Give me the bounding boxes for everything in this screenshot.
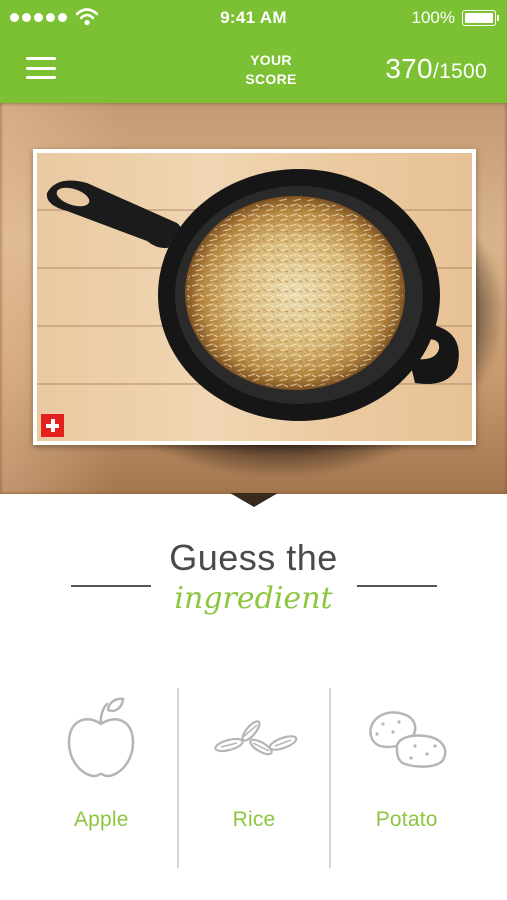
apple-icon	[65, 696, 137, 780]
rice-icon	[209, 696, 299, 780]
battery-icon	[462, 10, 499, 26]
swiss-flag-icon	[41, 414, 64, 437]
question-line2: ingredient	[174, 581, 333, 616]
score-label-line1: YOUR	[250, 52, 292, 68]
option-label: Potato	[375, 808, 438, 831]
status-bar: 9:41 AM 100%	[0, 0, 507, 36]
score-total: /1500	[432, 60, 487, 83]
menu-icon[interactable]	[26, 57, 56, 79]
score-label-line2: SCORE	[245, 71, 297, 87]
photo-band	[0, 103, 507, 494]
photo-pointer-notch	[230, 493, 278, 507]
skillet-illustration	[46, 169, 459, 421]
option-apple[interactable]: Apple	[26, 688, 177, 868]
option-label: Rice	[232, 808, 276, 831]
answer-options: Apple Rice Potato	[26, 688, 482, 868]
question-line1: Guess the	[169, 537, 338, 578]
potato-icon	[363, 696, 451, 780]
question-heading: Guess the ingredient	[0, 537, 507, 616]
option-label: Apple	[73, 808, 129, 831]
score-counter: 370/1500	[385, 53, 487, 85]
option-rice[interactable]: Rice	[176, 688, 330, 868]
score-value: 370	[385, 53, 433, 84]
option-potato[interactable]: Potato	[329, 688, 482, 868]
top-bar: 9:41 AM 100% YOUR SCORE 370/1500	[0, 0, 507, 103]
battery-percentage: 100%	[411, 8, 455, 27]
dish-photo-frame	[33, 149, 476, 445]
score-label: YOUR SCORE	[232, 51, 310, 89]
dish-photo	[37, 153, 472, 441]
